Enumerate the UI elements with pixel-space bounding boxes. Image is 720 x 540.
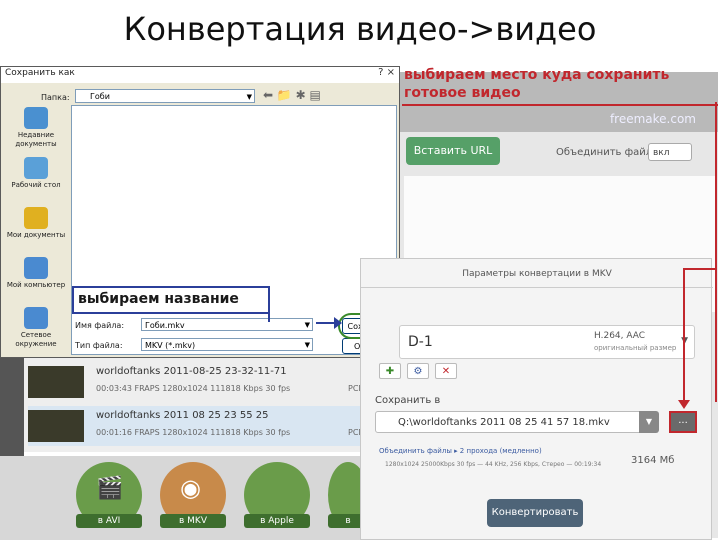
film-icon: 🎬: [96, 476, 124, 501]
save-path-dropdown[interactable]: ▼: [639, 411, 659, 433]
filename-annotation-text: выбираем название: [78, 291, 239, 307]
place-label: Недавние документы: [15, 131, 57, 148]
filename-value: Гоби.mkv: [145, 321, 185, 330]
gear-icon: ⚙: [413, 366, 423, 377]
place-my-documents[interactable]: Мои документы: [5, 207, 67, 257]
desktop-icon: [24, 157, 48, 179]
chevron-down-icon: ▼: [304, 321, 310, 329]
place-recent[interactable]: Недавние документы: [5, 107, 67, 157]
arrow-right-icon: [334, 317, 342, 329]
place-my-computer[interactable]: Мой компьютер: [5, 257, 67, 307]
chevron-down-icon: ▼: [304, 341, 310, 349]
name-arrow-stem: [268, 312, 270, 322]
folder-value: Гоби: [90, 92, 110, 101]
to-mkv-label: в MKV: [160, 514, 226, 528]
preset-name: D-1: [408, 334, 433, 350]
paste-url-button[interactable]: Вставить URL: [406, 137, 500, 165]
app-logo: freemake.com: [609, 112, 696, 126]
dialog-window-buttons[interactable]: ? ×: [378, 67, 395, 78]
save-location-annotation-text: выбираем место куда сохранить готовое ви…: [404, 67, 670, 101]
merge-files-label: Объединить файлы: [556, 147, 661, 158]
chevron-down-icon: ▼: [645, 417, 653, 426]
conversion-params-panel: Параметры конвертации в MKV D-1 H.264, A…: [360, 258, 713, 540]
close-icon: ✕: [441, 366, 451, 377]
file-list: worldoftanks 2011-08-25 23-32-11-71 00:0…: [0, 356, 400, 452]
filetype-select[interactable]: MKV (*.mkv) ▼: [141, 338, 313, 351]
preset-codec: H.264, AAC: [594, 331, 646, 341]
filename-annotation: выбираем название: [72, 286, 270, 314]
file-meta: 00:03:43 FRAPS 1280x1024 111818 Kbps 30 …: [96, 384, 291, 393]
plus-icon: ✚: [385, 366, 395, 377]
file-meta: 00:01:16 FRAPS 1280x1024 111818 Kbps 30 …: [96, 428, 291, 437]
matryoshka-icon: ◉: [180, 474, 201, 502]
output-spec: 1280x1024 25000Kbps 30 fps — 44 KHz, 256…: [385, 461, 602, 468]
save-location-annotation: выбираем место куда сохранить готовое ви…: [402, 66, 718, 106]
dialog-titlebar: Сохранить как ? ×: [1, 67, 399, 83]
file-name: worldoftanks 2011-08-25 23-32-11-71: [96, 366, 287, 377]
list-item[interactable]: worldoftanks 2011 08 25 23 55 25 00:01:1…: [28, 406, 400, 446]
video-thumbnail: [28, 410, 84, 442]
add-preset-button[interactable]: ✚: [379, 363, 401, 379]
place-label: Мой компьютер: [6, 281, 66, 289]
place-network[interactable]: Сетевое окружение: [5, 307, 67, 357]
save-path-input[interactable]: Q:\worldoftanks 2011 08 25 41 57 18.mkv: [375, 411, 655, 433]
combine-files-link[interactable]: Объединить файлы ▸ 2 прохода (медленно): [379, 447, 542, 455]
filetype-label: Тип файла:: [75, 341, 123, 350]
file-name: worldoftanks 2011 08 25 23 55 25: [96, 410, 269, 421]
save-as-dialog: Сохранить как ? × Папка: Гоби ▼ ⬅ 📁 ✱ ▤ …: [0, 66, 400, 358]
convert-button[interactable]: Конвертировать: [487, 499, 583, 527]
filename-input[interactable]: Гоби.mkv ▼: [141, 318, 313, 331]
place-label: Сетевое окружение: [15, 331, 57, 348]
location-arrow-vertical-right: [715, 102, 717, 402]
browse-button[interactable]: ...: [669, 411, 697, 433]
chevron-down-icon: ▼: [246, 93, 252, 101]
filename-label: Имя файла:: [75, 321, 125, 330]
place-label: Мои документы: [6, 231, 66, 239]
to-apple-label: в Apple: [244, 514, 310, 528]
edit-preset-button[interactable]: ⚙: [407, 363, 429, 379]
delete-preset-button[interactable]: ✕: [435, 363, 457, 379]
places-bar: Недавние документы Рабочий стол Мои доку…: [5, 105, 67, 359]
preset-select[interactable]: D-1 H.264, AAC оригинальный размер ▼: [399, 325, 695, 359]
save-to-label: Сохранить в: [375, 395, 441, 406]
slide-title: Конвертация видео->видео: [123, 10, 597, 48]
location-arrow-horizontal: [683, 268, 717, 270]
to-avi-label: в AVI: [76, 514, 142, 528]
video-thumbnail: [28, 366, 84, 398]
arrow-down-icon: [678, 400, 690, 409]
output-size: 3164 Мб: [631, 455, 675, 466]
save-path-value: Q:\worldoftanks 2011 08 25 41 57 18.mkv: [398, 417, 610, 428]
preset-size: оригинальный размер: [594, 344, 677, 352]
place-label: Рабочий стол: [11, 181, 61, 189]
folder-label: Папка:: [41, 93, 70, 102]
recent-documents-icon: [24, 107, 48, 129]
dialog-title: Сохранить как: [5, 68, 75, 78]
network-icon: [24, 307, 48, 329]
panel-divider: [361, 287, 713, 288]
merge-files-toggle[interactable]: вкл: [648, 143, 692, 161]
computer-icon: [24, 257, 48, 279]
place-desktop[interactable]: Рабочий стол: [5, 157, 67, 207]
dialog-toolbar-icons[interactable]: ⬅ 📁 ✱ ▤: [263, 88, 321, 102]
location-arrow-vertical: [683, 268, 685, 402]
list-item[interactable]: worldoftanks 2011-08-25 23-32-11-71 00:0…: [28, 362, 400, 402]
filetype-value: MKV (*.mkv): [145, 341, 196, 350]
panel-title: Параметры конвертации в MKV: [462, 269, 612, 279]
folder-select[interactable]: Гоби ▼: [75, 89, 255, 103]
format-bar: 🎬 в AVI ◉ в MKV в Apple в: [0, 456, 400, 540]
folder-icon: [24, 207, 48, 229]
